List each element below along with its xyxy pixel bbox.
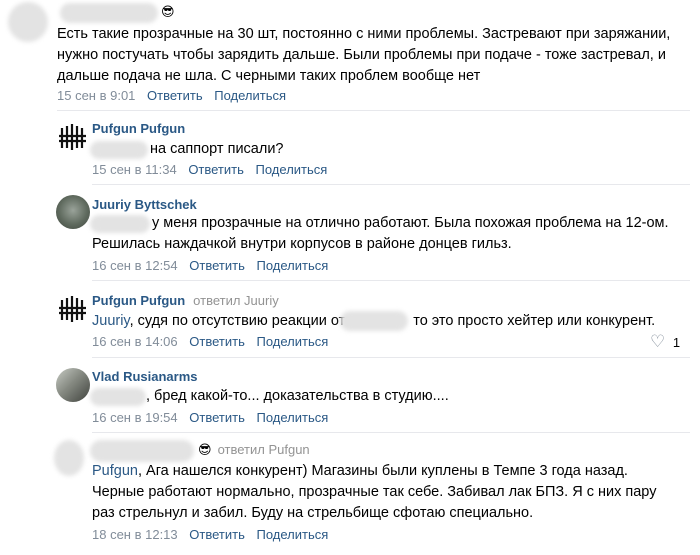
comment-date[interactable]: 16 сен в 12:54 bbox=[92, 258, 178, 273]
reply-button[interactable]: Ответить bbox=[189, 334, 245, 349]
comment-text: , бред какой-то... доказательства в студ… bbox=[146, 388, 449, 404]
comment-meta: 18 сен в 12:13 Ответить Поделиться bbox=[92, 527, 328, 542]
share-button[interactable]: Поделиться bbox=[256, 410, 328, 425]
mention-hidden[interactable] bbox=[340, 311, 408, 331]
avatar[interactable] bbox=[56, 120, 90, 154]
avatar-hidden[interactable] bbox=[8, 2, 48, 42]
sunglasses-emoji-icon: 😎 bbox=[198, 442, 212, 458]
mention-hidden[interactable] bbox=[90, 141, 148, 159]
mention-link[interactable]: Juuriy bbox=[92, 313, 130, 329]
comment-header: 😎 ответил Pufgun bbox=[198, 442, 310, 458]
reply-button[interactable]: Ответить bbox=[189, 258, 245, 273]
share-button[interactable]: Поделиться bbox=[256, 162, 328, 177]
comment-meta: 16 сен в 19:54 Ответить Поделиться bbox=[92, 410, 328, 425]
comment-date[interactable]: 16 сен в 19:54 bbox=[92, 410, 178, 425]
replied-to[interactable]: ответил Pufgun bbox=[218, 442, 310, 457]
author-name[interactable]: Pufgun Pufgun bbox=[92, 293, 185, 308]
share-button[interactable]: Поделиться bbox=[256, 258, 328, 273]
like-button[interactable]: ♡ 1 bbox=[650, 332, 680, 352]
share-button[interactable]: Поделиться bbox=[214, 88, 286, 103]
comment-date[interactable]: 18 сен в 12:13 bbox=[92, 527, 178, 542]
share-button[interactable]: Поделиться bbox=[256, 334, 328, 349]
comment-text: у меня прозрачные на отлично работают. Б… bbox=[92, 215, 669, 252]
reply-button[interactable]: Ответить bbox=[189, 527, 245, 542]
pufgun-logo-icon bbox=[59, 296, 86, 322]
pufgun-logo-icon bbox=[59, 124, 86, 150]
share-button[interactable]: Поделиться bbox=[256, 527, 328, 542]
divider bbox=[92, 432, 690, 433]
reply-button[interactable]: Ответить bbox=[188, 162, 244, 177]
comment-header: Pufgun Pufgun ответил Juuriy bbox=[92, 293, 279, 309]
author-name[interactable]: Pufgun Pufgun bbox=[92, 121, 185, 136]
comment-text: на саппорт писали? bbox=[150, 141, 284, 157]
comment-meta: 16 сен в 14:06 Ответить Поделиться bbox=[92, 334, 328, 349]
heart-icon: ♡ bbox=[650, 332, 666, 351]
comment-text: Есть такие прозрачные на 30 шт, постоянн… bbox=[57, 26, 671, 84]
avatar[interactable] bbox=[56, 368, 90, 402]
comment-meta: 15 сен в 9:01 Ответить Поделиться bbox=[57, 88, 286, 103]
author-name-hidden[interactable] bbox=[90, 440, 194, 462]
divider bbox=[92, 357, 690, 358]
reply-button[interactable]: Ответить bbox=[147, 88, 203, 103]
mention-link[interactable]: Pufgun bbox=[92, 463, 138, 479]
comment-date[interactable]: 15 сен в 9:01 bbox=[57, 88, 135, 103]
divider bbox=[57, 110, 690, 111]
sunglasses-emoji-icon: 😎 bbox=[161, 4, 175, 19]
comment-date[interactable]: 15 сен в 11:34 bbox=[92, 162, 177, 177]
comment-meta: 16 сен в 12:54 Ответить Поделиться bbox=[92, 258, 328, 273]
reply-button[interactable]: Ответить bbox=[189, 410, 245, 425]
avatar[interactable] bbox=[56, 195, 90, 229]
comment-date[interactable]: 16 сен в 14:06 bbox=[92, 334, 178, 349]
like-count: 1 bbox=[672, 335, 681, 350]
comment-meta: 15 сен в 11:34 Ответить Поделиться bbox=[92, 162, 327, 177]
avatar-hidden[interactable] bbox=[54, 440, 84, 476]
replied-to[interactable]: ответил Juuriy bbox=[193, 293, 279, 308]
comment-text: Pufgun, Ага нашелся конкурент) Магазины … bbox=[92, 463, 657, 521]
divider bbox=[92, 280, 690, 281]
author-name-hidden[interactable] bbox=[60, 3, 158, 23]
author-name[interactable]: Vlad Rusianarms bbox=[92, 369, 198, 384]
author-name[interactable]: Juuriy Byttschek bbox=[92, 197, 197, 212]
divider bbox=[92, 184, 690, 185]
avatar[interactable] bbox=[56, 292, 90, 326]
mention-hidden[interactable] bbox=[90, 388, 146, 406]
